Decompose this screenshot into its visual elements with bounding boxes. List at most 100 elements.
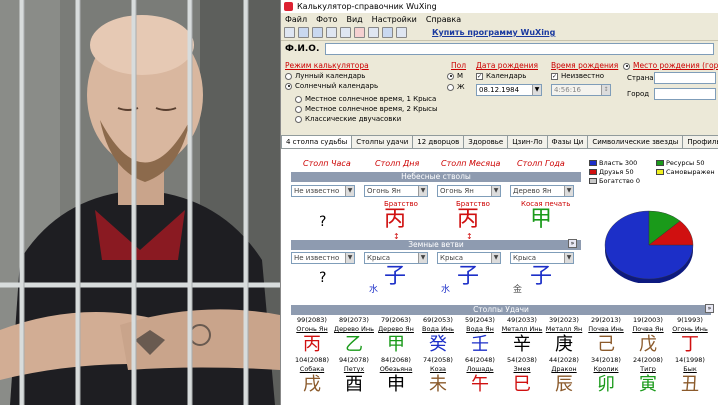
day-branch-select-value: Крыса xyxy=(367,254,391,262)
pillar-header-hour: Столп Часа xyxy=(303,159,351,168)
buy-program-link[interactable]: Купить программу WuXing xyxy=(432,28,555,37)
luck-branch-animal: Бык xyxy=(683,365,697,373)
year-stem-select-value: Дерево Ян xyxy=(513,187,552,195)
pdf-icon[interactable] xyxy=(354,27,365,38)
hour-branch-select[interactable]: Не известно ▼ xyxy=(291,252,355,264)
city-field[interactable] xyxy=(654,88,716,100)
copy-icon[interactable] xyxy=(340,27,351,38)
luck-branch-age: 14(1998) xyxy=(675,356,705,364)
chevron-down-icon[interactable]: ▼ xyxy=(532,85,541,95)
place-option[interactable]: Место рождения (город) xyxy=(623,61,718,70)
chevron-down-icon[interactable]: ▼ xyxy=(418,186,427,196)
chevron-down-icon[interactable]: ▼ xyxy=(345,253,354,263)
chevron-down-icon[interactable]: ▼ xyxy=(418,253,427,263)
luck-stem-element: Металл Инь xyxy=(501,325,543,333)
sub-label-2: Местное солнечное время, 2 Крысы xyxy=(305,105,438,113)
luck-branch-animal: Коза xyxy=(429,365,447,373)
print-icon[interactable] xyxy=(368,27,379,38)
collapse-icon[interactable]: » xyxy=(705,304,714,313)
chevron-down-icon[interactable]: ▼ xyxy=(564,186,573,196)
luck-branch-animal: Змея xyxy=(513,365,531,373)
month-branch-select[interactable]: Крыса ▼ xyxy=(437,252,501,264)
sub-option-3[interactable]: Классические двучасовки xyxy=(295,115,401,123)
day-branch: 子 xyxy=(384,264,407,289)
info-icon[interactable] xyxy=(396,27,407,38)
hour-stem-select-value: Не известно xyxy=(294,187,340,195)
save-icon[interactable] xyxy=(312,27,323,38)
new-icon[interactable] xyxy=(284,27,295,38)
luck-stem-element: Почва Ян xyxy=(632,325,664,333)
tab-chart-profile[interactable]: Профиль карты xyxy=(682,135,718,148)
female-option[interactable]: Ж xyxy=(447,83,465,91)
tab-jing-luo[interactable]: Цзин-Ло xyxy=(507,135,548,148)
unknown-checkbox[interactable]: ✓ xyxy=(551,72,558,80)
tab-luck-pillars[interactable]: Столпы удачи xyxy=(351,135,414,148)
unknown-check-row[interactable]: ✓ Неизвестно xyxy=(551,72,604,80)
tab-health[interactable]: Здоровье xyxy=(463,135,509,148)
lunar-option[interactable]: Лунный календарь xyxy=(285,72,365,80)
lunar-radio[interactable] xyxy=(285,72,292,80)
sub-radio-3[interactable] xyxy=(295,115,302,123)
menu-settings[interactable]: Настройки xyxy=(372,15,417,24)
birthdate-field[interactable]: 08.12.1984 ▼ xyxy=(476,84,542,96)
solar-radio[interactable] xyxy=(285,82,292,90)
chevron-down-icon[interactable]: ▼ xyxy=(491,186,500,196)
day-stem: 丙 xyxy=(384,207,407,232)
menu-view[interactable]: Вид xyxy=(346,15,362,24)
pillar-header-day: Столп Дня xyxy=(375,159,420,168)
chevron-down-icon[interactable]: ▼ xyxy=(345,186,354,196)
elements-pie-chart xyxy=(604,210,694,283)
luck-stem: 己 xyxy=(597,334,615,355)
open-icon[interactable] xyxy=(298,27,309,38)
male-option[interactable]: М xyxy=(447,72,463,80)
help-icon[interactable] xyxy=(382,27,393,38)
month-hidden-stem: 水 xyxy=(441,285,451,295)
chevron-down-icon[interactable]: ▼ xyxy=(491,253,500,263)
place-radio[interactable] xyxy=(623,62,630,70)
luck-branch-age: 74(2058) xyxy=(423,356,453,364)
birthtime-field[interactable]: 4:56:16 ↕ xyxy=(551,84,611,96)
male-radio[interactable] xyxy=(447,72,454,80)
country-field[interactable] xyxy=(654,72,716,84)
legend-wealth: Богатство 0 xyxy=(589,177,640,185)
sub-option-2[interactable]: Местное солнечное время, 2 Крысы xyxy=(295,105,438,113)
sub-radio-2[interactable] xyxy=(295,105,302,113)
hour-stem-select[interactable]: Не известно ▼ xyxy=(291,185,355,197)
year-branch-select[interactable]: Крыса ▼ xyxy=(510,252,574,264)
year-stem-select[interactable]: Дерево Ян ▼ xyxy=(510,185,574,197)
lunar-label: Лунный календарь xyxy=(295,72,366,80)
luck-stem: 辛 xyxy=(513,334,531,355)
collapse-icon[interactable]: » xyxy=(568,239,577,248)
calendar-check-row[interactable]: ✓ Календарь xyxy=(476,72,526,80)
luck-branch-age: 84(2068) xyxy=(381,356,411,364)
day-stem-select[interactable]: Огонь Ян ▼ xyxy=(364,185,428,197)
luck-stem-element: Огонь Инь xyxy=(672,325,708,333)
solar-option[interactable]: Солнечный календарь xyxy=(285,82,378,90)
sub-option-1[interactable]: Местное солнечное время, 1 Крыса xyxy=(295,95,436,103)
month-stem-select-value: Огонь Ян xyxy=(440,187,474,195)
luck-band-label: Столпы Удачи xyxy=(473,305,529,314)
chevron-down-icon[interactable]: ▼ xyxy=(564,253,573,263)
tab-12-palaces[interactable]: 12 дворцов xyxy=(412,135,465,148)
calendar-checkbox[interactable]: ✓ xyxy=(476,72,483,80)
fio-input[interactable] xyxy=(325,43,714,55)
menu-file[interactable]: Файл xyxy=(285,15,307,24)
day-branch-select[interactable]: Крыса ▼ xyxy=(364,252,428,264)
spinner-icon[interactable]: ↕ xyxy=(601,85,610,95)
image-icon[interactable] xyxy=(326,27,337,38)
legend-value: 300 xyxy=(624,159,638,167)
tab-four-pillars[interactable]: 4 столпа судьбы xyxy=(281,135,353,148)
month-stem-select[interactable]: Огонь Ян ▼ xyxy=(437,185,501,197)
luck-age: 59(2043) xyxy=(465,316,495,324)
tab-symbolic-stars[interactable]: Символические звезды xyxy=(587,135,684,148)
legend-resources: Ресурсы 50 xyxy=(656,159,705,167)
menu-help[interactable]: Справка xyxy=(426,15,461,24)
luck-branch-age: 54(2038) xyxy=(507,356,537,364)
luck-stem-element: Дерево Ян xyxy=(378,325,414,333)
luck-stem: 乙 xyxy=(345,334,363,355)
female-radio[interactable] xyxy=(447,83,454,91)
tab-qi-phases[interactable]: Фазы Ци xyxy=(546,135,589,148)
birthdate-value: 08.12.1984 xyxy=(479,86,520,94)
sub-radio-1[interactable] xyxy=(295,95,302,103)
menu-photo[interactable]: Фото xyxy=(316,15,337,24)
